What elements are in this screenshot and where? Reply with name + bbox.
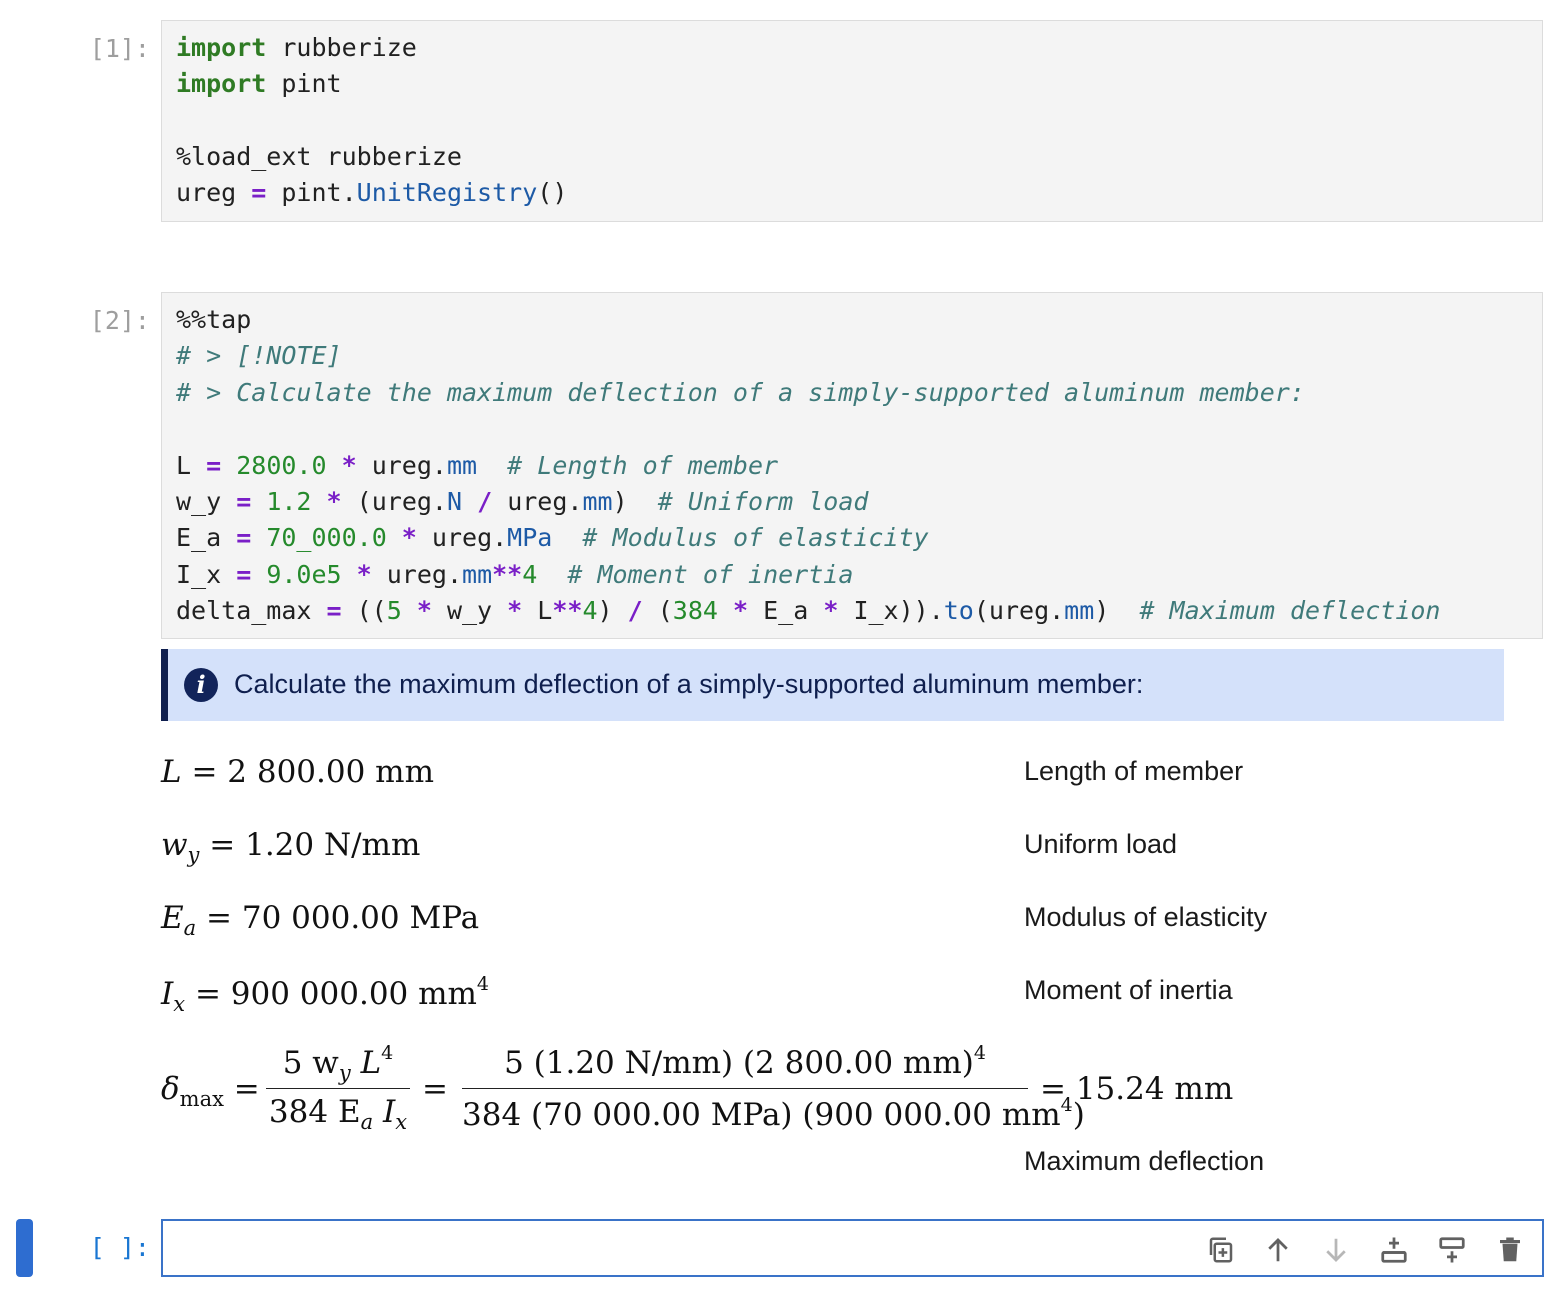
code-line: I_x = 9.0e5 * ureg.mm**4 # Moment of ine… <box>176 560 854 589</box>
delta-result: = 15.24 mm <box>1040 1071 1234 1107</box>
result-L-description: Length of member <box>1024 756 1244 786</box>
result-Ix-equation: Ix = 900 000.00 mm4 <box>161 973 490 1016</box>
code-cell-1[interactable]: import rubberize import pint %load_ext r… <box>161 20 1543 222</box>
code-line: %%tap <box>176 305 252 334</box>
move-down-icon[interactable] <box>1321 1235 1351 1265</box>
duplicate-icon[interactable] <box>1206 1235 1236 1265</box>
result-Ea-equation: Ea = 70 000.00 MPa <box>161 900 480 940</box>
result-Ix-description: Moment of inertia <box>1024 975 1233 1005</box>
result-wy-equation: wy = 1.20 N/mm <box>161 827 421 867</box>
insert-below-icon[interactable] <box>1437 1235 1467 1265</box>
equals-sign: = <box>422 1071 448 1107</box>
code-line: L = 2800.0 * ureg.mm # Length of member <box>176 451 779 480</box>
code-line: E_a = 70_000.0 * ureg.MPa # Modulus of e… <box>176 523 929 552</box>
code-line: w_y = 1.2 * (ureg.N / ureg.mm) # Uniform… <box>176 487 869 516</box>
fraction-denominator: 384 (70 000.00 MPa) (900 000.00 mm4) <box>462 1094 1085 1133</box>
empty-code-cell[interactable] <box>161 1219 1544 1277</box>
cell-2-prompt: [2]: <box>89 306 150 335</box>
delete-icon[interactable] <box>1495 1235 1525 1265</box>
result-Ea-description: Modulus of elasticity <box>1024 902 1268 932</box>
fraction-denominator: 384 Ea Ix <box>268 1094 408 1134</box>
note-admonition: i Calculate the maximum deflection of a … <box>161 649 1504 721</box>
code-line: import rubberize <box>176 33 417 62</box>
result-delta-description: Maximum deflection <box>1024 1146 1265 1176</box>
note-text: Calculate the maximum deflection of a si… <box>234 669 1144 699</box>
code-line: ureg = pint.UnitRegistry() <box>176 178 568 207</box>
fraction-numerator: 5 (1.20 N/mm) (2 800.00 mm)4 <box>504 1042 986 1081</box>
result-wy-description: Uniform load <box>1024 829 1178 859</box>
delta-symbolic-fraction: 5 wy L4 384 Ea Ix <box>266 1042 410 1134</box>
move-up-icon[interactable] <box>1263 1235 1293 1265</box>
active-cell-indicator[interactable] <box>16 1219 33 1277</box>
cell-3-prompt: [ ]: <box>89 1233 150 1262</box>
code-line: # > Calculate the maximum deflection of … <box>176 378 1305 407</box>
code-line: # > [!NOTE] <box>176 341 342 370</box>
code-cell-2[interactable]: %%tap # > [!NOTE] # > Calculate the maxi… <box>161 292 1543 639</box>
cell-1-prompt: [1]: <box>89 34 150 63</box>
fraction-numerator: 5 wy L4 <box>282 1042 394 1085</box>
fraction-bar <box>266 1088 410 1089</box>
result-L-equation: L = 2 800.00 mm <box>161 754 434 790</box>
delta-symbol: δmax = <box>161 1071 260 1111</box>
fraction-bar <box>462 1088 1028 1089</box>
code-line: import pint <box>176 69 342 98</box>
code-line: delta_max = ((5 * w_y * L**4) / (384 * E… <box>176 596 1441 625</box>
delta-numeric-fraction: 5 (1.20 N/mm) (2 800.00 mm)4 384 (70 000… <box>462 1042 1085 1134</box>
code-line: %load_ext rubberize <box>176 142 462 171</box>
info-icon: i <box>184 668 218 702</box>
insert-above-icon[interactable] <box>1379 1235 1409 1265</box>
